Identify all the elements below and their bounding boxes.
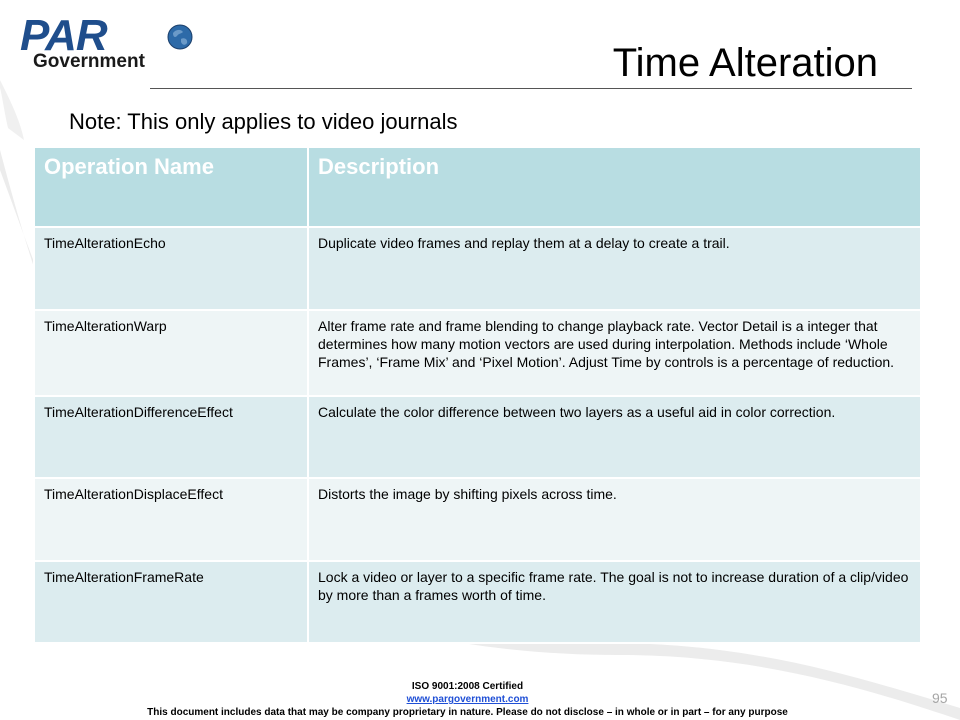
operation-name-cell: TimeAlterationDisplaceEffect xyxy=(33,477,309,562)
operation-description-cell: Distorts the image by shifting pixels ac… xyxy=(307,477,922,562)
operation-description-cell: Alter frame rate and frame blending to c… xyxy=(307,309,922,397)
table-row: TimeAlterationEcho Duplicate video frame… xyxy=(33,226,922,311)
operation-name-cell: TimeAlterationWarp xyxy=(33,309,309,397)
operation-description-cell: Calculate the color difference between t… xyxy=(307,395,922,479)
title-divider xyxy=(150,88,912,89)
operation-description-cell: Duplicate video frames and replay them a… xyxy=(307,226,922,311)
company-logo: PAR Government xyxy=(20,14,198,75)
operation-name-cell: TimeAlterationFrameRate xyxy=(33,560,309,644)
table-row: TimeAlterationWarp Alter frame rate and … xyxy=(33,309,922,397)
column-header-operation-name: Operation Name xyxy=(33,146,309,228)
slide-title: Time Alteration xyxy=(612,41,878,85)
logo-subtitle: Government xyxy=(33,51,145,72)
certification-text: ISO 9001:2008 Certified xyxy=(411,681,524,692)
website-link[interactable]: www.pargovernment.com xyxy=(407,694,529,705)
slide-footer: ISO 9001:2008 Certified www.pargovernmen… xyxy=(0,680,935,719)
operation-name-cell: TimeAlterationDifferenceEffect xyxy=(33,395,309,479)
table-row: TimeAlterationDisplaceEffect Distorts th… xyxy=(33,477,922,562)
globe-icon xyxy=(167,24,193,50)
disclaimer-text: This document includes data that may be … xyxy=(147,707,788,718)
table-row: TimeAlterationDifferenceEffect Calculate… xyxy=(33,395,922,479)
page-number: 95 xyxy=(932,690,948,706)
operations-table: Operation Name Description TimeAlteratio… xyxy=(33,146,922,644)
column-header-description: Description xyxy=(307,146,922,228)
operation-name-cell: TimeAlterationEcho xyxy=(33,226,309,311)
table-header-row: Operation Name Description xyxy=(33,146,922,228)
slide-note: Note: This only applies to video journal… xyxy=(69,109,458,134)
table-row: TimeAlterationFrameRate Lock a video or … xyxy=(33,560,922,644)
operation-description-cell: Lock a video or layer to a specific fram… xyxy=(307,560,922,644)
